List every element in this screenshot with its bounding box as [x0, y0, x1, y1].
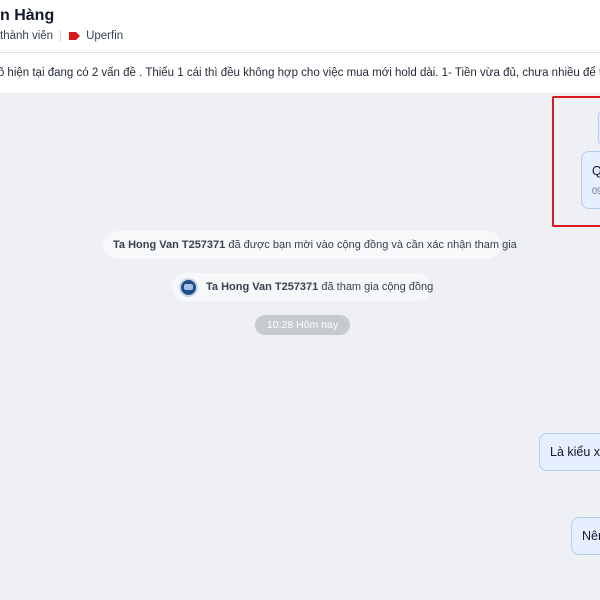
- message-time: 09: [592, 186, 600, 196]
- system-notice-invite: Ta Hong Van T257371 đã được bạn mời vào …: [103, 231, 517, 259]
- system-notice-join: Ta Hong Van T257371 đã tham gia cộng đồn…: [172, 273, 434, 301]
- join-notice-text: đã tham gia cộng đồng: [318, 281, 434, 293]
- group-tag[interactable]: Uperfin: [86, 30, 123, 42]
- group-meta: thành viên Uperfin: [0, 29, 123, 43]
- chat-header: n Hàng thành viên Uperfin: [0, 0, 600, 53]
- invited-user-name[interactable]: Ta Hong Van T257371: [113, 239, 225, 251]
- message-text: Q: [592, 164, 600, 178]
- message-bubble[interactable]: Nên: [571, 517, 600, 555]
- invite-notice-text: đã được bạn mời vào cộng đồng và cần xác…: [225, 239, 517, 251]
- pinned-message-text: rõ hiện tại đang có 2 vấn đề . Thiếu 1 c…: [0, 67, 600, 79]
- timestamp-divider: 10:28 Hôm nay: [255, 315, 350, 335]
- member-count[interactable]: thành viên: [0, 30, 53, 42]
- group-title[interactable]: n Hàng: [0, 7, 54, 25]
- pinned-message-bar[interactable]: rõ hiện tại đang có 2 vấn đề . Thiếu 1 c…: [0, 53, 600, 94]
- tag-icon: [69, 32, 81, 40]
- message-text: Nên: [582, 529, 600, 543]
- message-bubble[interactable]: Là kiểu xa: [539, 433, 600, 471]
- avatar[interactable]: [179, 277, 198, 297]
- message-text: Là kiểu xa: [550, 445, 600, 459]
- chat-area: Q 09 Ta Hong Van T257371 đã được bạn mời…: [0, 94, 600, 600]
- message-bubble[interactable]: Q 09: [581, 151, 600, 209]
- meta-divider: [60, 30, 62, 42]
- joined-user-name[interactable]: Ta Hong Van T257371: [206, 273, 318, 301]
